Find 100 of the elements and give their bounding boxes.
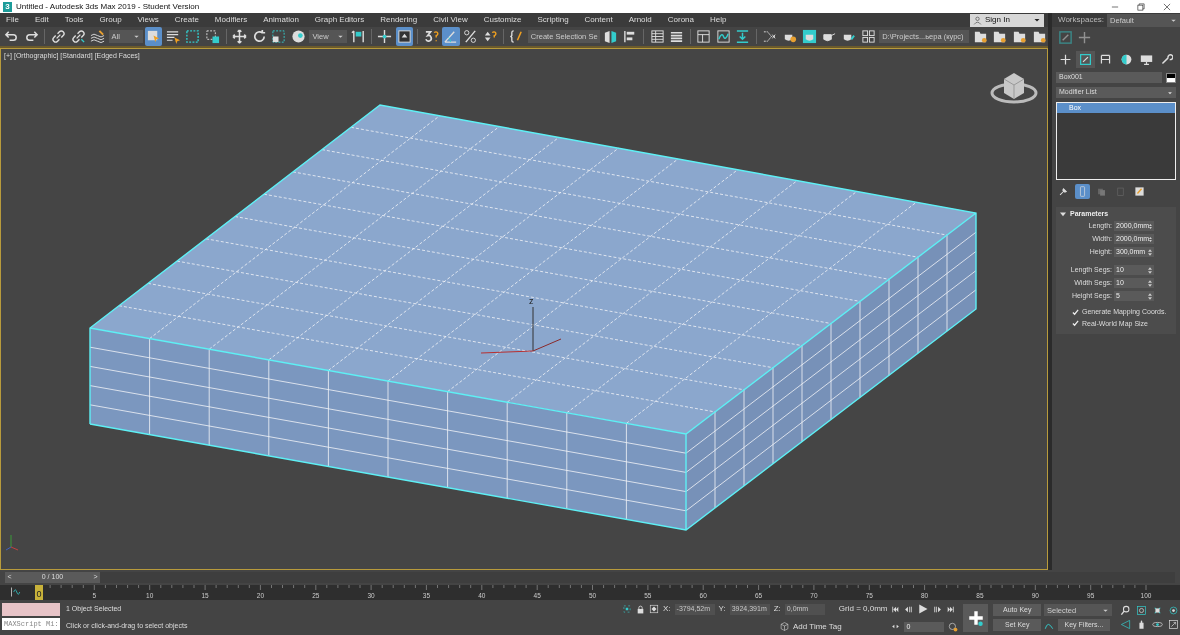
target-icon[interactable] [649,604,659,615]
menu-item[interactable]: Create [174,15,207,25]
frame-marker[interactable]: 0 [35,585,43,600]
close-icon[interactable] [1162,1,1172,12]
menu-item[interactable]: Tools [64,15,92,25]
stack-icon [1096,186,1107,197]
crosshair-button[interactable] [375,27,394,46]
folder-icon [992,29,1008,44]
fov-icon[interactable] [1120,619,1131,630]
menu-item[interactable]: Corona [667,15,702,25]
menu-item[interactable]: Arnold [628,15,660,25]
pen-icon[interactable] [1058,30,1073,45]
checkbox[interactable] [1072,320,1079,328]
spinner-arrows-icon[interactable] [1148,266,1152,274]
orbit-small-icon[interactable] [1168,605,1179,616]
set-key-button[interactable] [963,603,989,632]
menu-item[interactable]: Civil View [433,15,476,25]
color-swatch[interactable] [1166,72,1176,83]
clock-gear-icon[interactable] [948,621,959,632]
maximize-icon[interactable] [1168,619,1179,630]
spinner-snap-icon [482,29,498,44]
spinner-arrows-icon[interactable] [1148,279,1152,287]
menu-item[interactable]: Content [584,15,621,25]
pen-tab[interactable] [1076,51,1095,68]
menu-item[interactable]: Graph Editors [314,15,373,25]
link-icon [50,29,66,44]
menu-item[interactable]: Rendering [380,15,426,25]
add-time-tag-button[interactable]: Add Time Tag [780,621,842,632]
plus-icon[interactable] [1077,30,1092,45]
play-icon[interactable] [917,603,930,616]
skip-end-icon[interactable] [946,604,956,614]
unlink-button[interactable] [69,27,87,46]
angle-snap-icon [443,29,459,44]
menu-item[interactable]: File [6,15,27,25]
menu-item[interactable]: Help [710,15,735,25]
spinner-arrows-icon[interactable] [1149,235,1152,243]
grid-button[interactable] [859,27,878,46]
move-button[interactable] [230,27,249,46]
braces-icon [509,29,525,44]
crosshair-icon [377,29,393,44]
cube-icon [780,622,789,632]
app-logo: 3 [3,1,12,12]
monitor-icon [1139,53,1153,66]
view-cube-icon[interactable] [990,73,1038,104]
listener-output-field[interactable] [2,603,60,616]
restore-icon[interactable] [1136,1,1146,12]
menu-item[interactable]: Modifiers [214,15,256,25]
collapse-arrow-icon[interactable] [1060,211,1066,218]
list-cursor-icon [165,29,181,44]
checkbox[interactable] [1072,309,1079,317]
spinner-arrows-icon[interactable] [1148,248,1152,256]
zoom-all-icon[interactable] [1136,605,1147,616]
world-axis-icon [5,534,19,551]
dashed-rectangle-icon [185,29,201,44]
arrow-box-button[interactable] [395,27,414,46]
next-frame-icon[interactable] [933,604,943,614]
table-button[interactable] [648,27,666,46]
zoom-icon[interactable] [1120,605,1131,616]
menu-item[interactable]: Group [99,15,130,25]
angle-snap-button[interactable] [441,27,460,46]
scale-button[interactable] [269,27,288,46]
orbit-icon[interactable] [1152,619,1163,630]
lock-icon[interactable] [636,604,645,614]
notepad-icon [1134,186,1145,197]
curve-icon [715,29,731,44]
menu-item[interactable]: Animation [263,15,307,25]
sphere-button[interactable] [289,27,308,46]
curve-button[interactable] [714,27,733,46]
download-icon [735,29,751,44]
hierarchy-icon [1099,53,1113,66]
mirror-icon [603,29,619,44]
caret-icon [1167,89,1173,96]
spinner-arrows-icon[interactable] [1149,222,1152,230]
redo-icon [24,29,40,44]
snap-icon [423,29,439,44]
menu-item[interactable]: Customize [483,15,530,25]
window-title: Untitled - Autodesk 3ds Max 2019 - Student Version [16,1,200,12]
zoom-extents-icon[interactable] [1152,605,1163,616]
caret-icon [1033,16,1041,24]
crossing-rectangle-icon [205,29,221,44]
curve-mode-icon[interactable] [11,587,20,597]
crossing-rectangle-button[interactable] [203,27,222,46]
menu-item[interactable]: Views [137,15,167,25]
skip-start-icon[interactable] [891,604,901,614]
spinner-arrows-icon[interactable] [1148,292,1152,300]
notepad-button[interactable] [1132,184,1147,199]
pivot-icon [350,29,366,44]
prev-frame-icon[interactable] [904,604,914,614]
focus-icon[interactable] [622,604,632,615]
menu-item[interactable]: Edit [34,15,57,25]
menu-item[interactable]: Scripting [537,15,577,25]
dashed-rectangle-button[interactable] [184,27,202,46]
cursor-select-button[interactable] [144,27,163,46]
arrow-box-icon [396,29,412,44]
link-button[interactable] [49,27,68,46]
panel-button[interactable] [694,27,713,46]
bar-icon [1077,186,1088,197]
pan-icon[interactable] [1136,619,1147,630]
sign-in-button[interactable]: Sign In [970,13,1044,27]
coordinate-label: X: [663,604,671,614]
